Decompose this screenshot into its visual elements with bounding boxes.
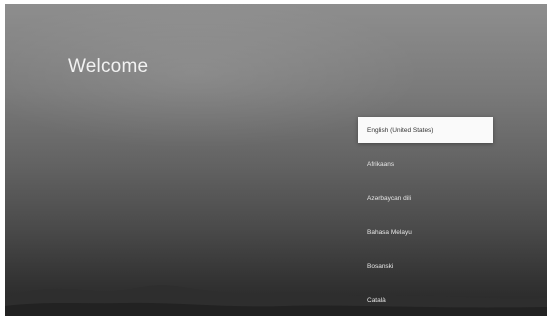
language-option-bosnian[interactable]: Bosanski — [358, 253, 493, 279]
language-option-catalan[interactable]: Català — [358, 287, 493, 313]
language-option-afrikaans[interactable]: Afrikaans — [358, 151, 493, 177]
language-option-azerbaijani[interactable]: Azərbaycan dili — [358, 185, 493, 211]
welcome-screen: Welcome English (United States) Afrikaan… — [5, 4, 547, 316]
language-list: English (United States) Afrikaans Azərba… — [358, 117, 493, 316]
language-option-malay[interactable]: Bahasa Melayu — [358, 219, 493, 245]
language-option-english-us[interactable]: English (United States) — [358, 117, 493, 143]
page-title: Welcome — [68, 56, 149, 77]
